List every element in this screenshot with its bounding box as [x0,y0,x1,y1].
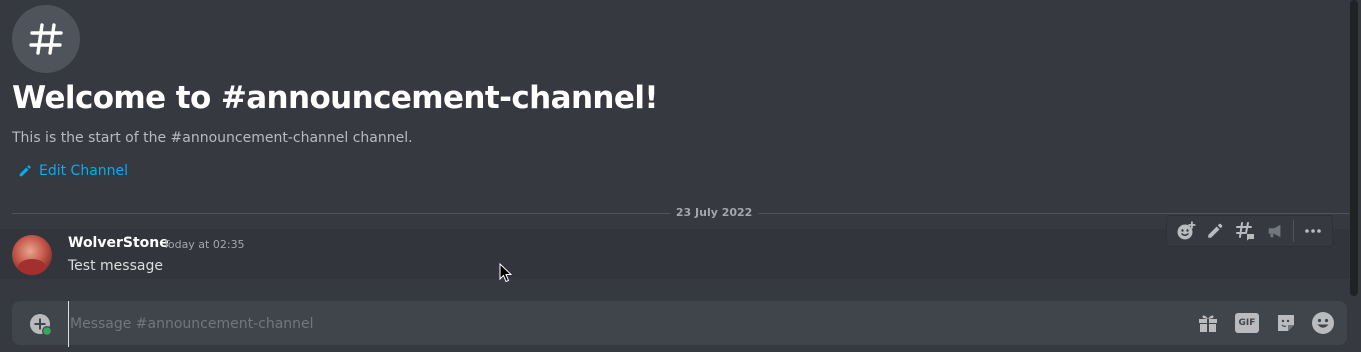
edit-icon [1208,223,1223,238]
message-row[interactable]: WolverStone Today at 02:35 Test message [0,229,1349,279]
welcome-title: Welcome to #announcement-channel! [12,80,658,116]
gift-button[interactable] [1195,311,1221,335]
edit-message-button[interactable] [1201,215,1231,247]
create-thread-button[interactable] [1230,215,1260,247]
edit-channel-button[interactable]: Edit Channel [18,163,128,179]
publish-button[interactable] [1260,215,1290,247]
message-input[interactable] [68,301,1172,347]
gif-label: GIF [1238,318,1256,328]
add-reaction-icon [1177,221,1196,240]
sticker-icon [1278,315,1294,331]
date-divider-label: 23 July 2022 [669,206,759,219]
scrollbar-thumb[interactable] [1350,0,1358,296]
hashtag-icon [29,23,63,55]
gif-button[interactable]: GIF [1234,311,1260,335]
more-icon [1305,229,1321,233]
add-reaction-button[interactable] [1171,215,1201,247]
publish-icon [1268,224,1281,238]
attach-plus-icon [30,314,52,336]
attach-button[interactable] [28,312,52,336]
toolbar-separator [1293,220,1295,242]
mouse-cursor-icon [499,263,513,283]
emoji-button[interactable] [1310,311,1336,335]
create-thread-icon [1236,222,1255,241]
sticker-button[interactable] [1273,311,1299,335]
welcome-subtitle: This is the start of the #announcement-c… [12,130,413,146]
message-timestamp: Today at 02:35 [163,238,245,251]
message-text: Test message [68,258,163,274]
user-avatar[interactable] [12,235,52,275]
more-options-button[interactable] [1298,215,1328,247]
emoji-icon [1312,312,1334,334]
message-actions-toolbar [1166,215,1333,247]
gift-icon [1199,315,1217,332]
edit-channel-label: Edit Channel [39,163,129,179]
pencil-icon [19,165,31,177]
gif-icon: GIF [1235,313,1259,333]
channel-hashtag-avatar [12,5,80,73]
message-composer: GIF [12,301,1347,347]
message-username[interactable]: WolverStone [68,235,169,251]
